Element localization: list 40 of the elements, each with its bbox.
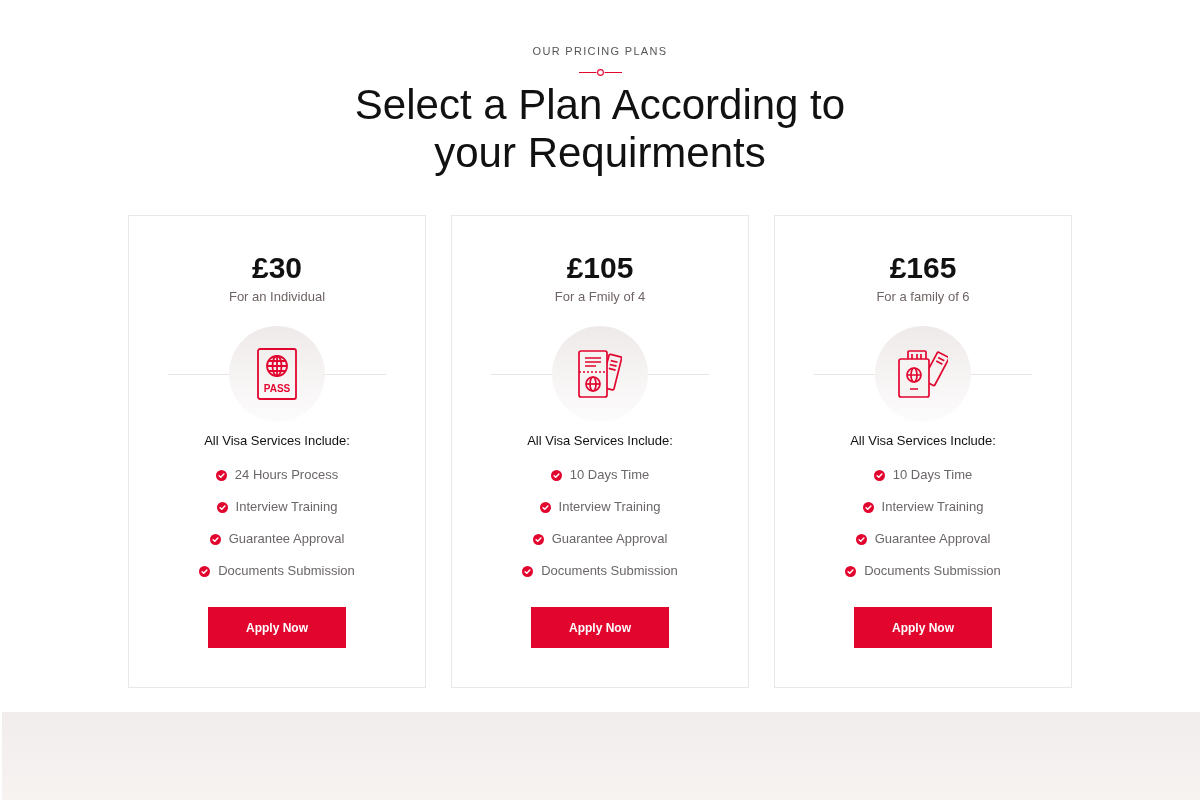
feature-text: Interview Training bbox=[235, 498, 338, 516]
apply-now-button[interactable]: Apply Now bbox=[208, 607, 346, 648]
features-heading: All Visa Services Include: bbox=[850, 432, 996, 450]
feature-text: Interview Training bbox=[558, 498, 661, 516]
feature-text: Guarantee Approval bbox=[551, 530, 668, 548]
section-eyebrow: OUR PRICING PLANS bbox=[532, 44, 668, 58]
check-circle-icon bbox=[862, 501, 874, 513]
plan-price: £165 bbox=[889, 251, 957, 285]
check-circle-icon bbox=[539, 501, 551, 513]
check-circle-icon bbox=[532, 533, 544, 545]
plan-subtitle: For an Individual bbox=[228, 288, 326, 306]
check-circle-icon bbox=[855, 533, 867, 545]
features-heading: All Visa Services Include: bbox=[527, 432, 673, 450]
plan-price: £105 bbox=[566, 251, 634, 285]
plan-subtitle: For a family of 6 bbox=[876, 288, 970, 306]
feature-text: Documents Submission bbox=[218, 562, 355, 580]
check-circle-icon bbox=[209, 533, 221, 545]
feature-text: Interview Training bbox=[881, 498, 984, 516]
feature-text: 10 Days Time bbox=[892, 466, 973, 484]
feature-text: 10 Days Time bbox=[569, 466, 650, 484]
feature-text: Documents Submission bbox=[864, 562, 1001, 580]
plan-subtitle: For a Fmily of 4 bbox=[554, 288, 646, 306]
feature-text: Guarantee Approval bbox=[874, 530, 991, 548]
features-heading: All Visa Services Include: bbox=[204, 432, 350, 450]
check-circle-icon bbox=[199, 565, 211, 577]
section-title: Select a Plan According to your Requirments bbox=[353, 81, 847, 177]
apply-now-button[interactable]: Apply Now bbox=[531, 607, 669, 648]
divider-ornament-icon bbox=[578, 69, 622, 76]
feature-text: 24 Hours Process bbox=[234, 466, 339, 484]
feature-text: Guarantee Approval bbox=[228, 530, 345, 548]
feature-text: Documents Submission bbox=[541, 562, 678, 580]
check-circle-icon bbox=[522, 565, 534, 577]
check-circle-icon bbox=[215, 469, 227, 481]
passport-icon: PASS bbox=[229, 326, 325, 422]
check-circle-icon bbox=[550, 469, 562, 481]
check-circle-icon bbox=[216, 501, 228, 513]
plan-price: £30 bbox=[251, 251, 303, 285]
apply-now-button[interactable]: Apply Now bbox=[854, 607, 992, 648]
check-circle-icon bbox=[873, 469, 885, 481]
check-circle-icon bbox=[845, 565, 857, 577]
